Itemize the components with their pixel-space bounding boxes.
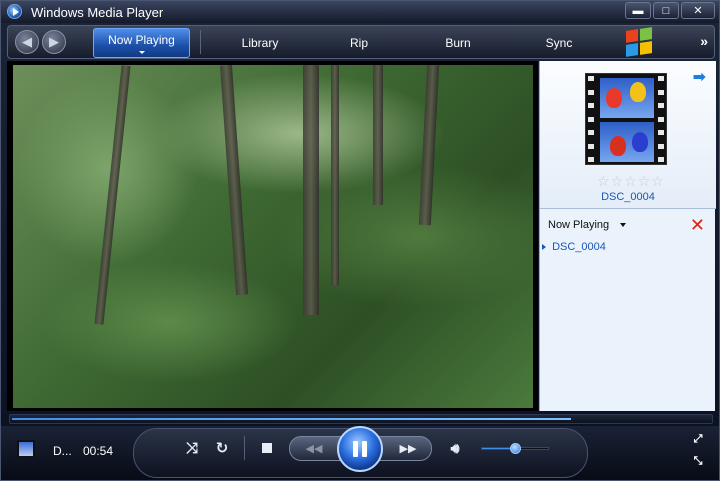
wmp-window: Windows Media Player ▬ □ ✕ ◀ ▶ Now Playi… — [0, 0, 720, 481]
back-button[interactable]: ◀ — [15, 30, 39, 54]
switch-to-skin-icon[interactable]: ⤡ — [691, 454, 705, 468]
chevron-down-icon — [620, 223, 627, 228]
tab-now-playing[interactable]: Now Playing — [93, 28, 190, 58]
now-playing-marker-icon — [542, 244, 546, 250]
tree-trunk — [219, 65, 249, 296]
windows-logo-blue-quadrant — [626, 43, 638, 57]
film-strip-left — [586, 76, 596, 162]
playlist-label: Now Playing — [548, 219, 610, 231]
media-title-link[interactable]: DSC_0004 — [540, 191, 716, 203]
rating-star-icon[interactable]: ☆ — [611, 173, 624, 190]
volume-level — [482, 448, 511, 449]
pause-icon-bar — [362, 441, 367, 457]
now-playing-thumbnail[interactable] — [17, 440, 35, 458]
windows-logo-icon[interactable] — [626, 27, 652, 57]
list-item[interactable]: DSC_0004 — [542, 241, 606, 253]
seek-bar[interactable] — [9, 414, 713, 424]
tab-library[interactable]: Library — [230, 31, 290, 55]
maximize-button[interactable]: □ — [653, 2, 679, 19]
seek-bar-progress — [12, 418, 571, 420]
star-rating[interactable]: ☆ ☆ ☆ ☆ ☆ — [597, 173, 664, 190]
tab-now-playing-label: Now Playing — [108, 33, 175, 47]
tab-burn[interactable]: Burn — [438, 31, 478, 55]
mute-button[interactable]: 🔊︎ — [445, 438, 465, 458]
repeat-icon[interactable]: ↻ — [212, 438, 232, 458]
window-title: Windows Media Player — [31, 5, 164, 20]
forward-button[interactable]: ▶ — [42, 30, 66, 54]
volume-slider-handle[interactable] — [509, 443, 521, 454]
elapsed-time: 00:54 — [83, 444, 114, 458]
pause-button[interactable] — [337, 426, 383, 472]
balloon-icon — [632, 132, 648, 152]
balloon-icon — [630, 82, 646, 102]
balloon-icon — [606, 88, 622, 108]
rating-star-icon[interactable]: ☆ — [651, 173, 664, 190]
balloon-icon — [610, 136, 626, 156]
navigation-bar: ◀ ▶ Now Playing Library Rip Burn Sync » — [7, 25, 715, 59]
video-frame-image — [13, 65, 533, 408]
playback-control-bar: D... 00:54 ⤨ ↻ ◀◀ ▶▶ 🔊︎ ⤢ ⤡ — [1, 426, 719, 480]
controls-divider — [244, 436, 245, 460]
stop-icon — [262, 443, 272, 453]
tab-rip[interactable]: Rip — [339, 31, 379, 55]
list-pane: ➡ ☆ ☆ ☆ ☆ ☆ DSC_0004 Now Playing ✕ DSC_0… — [539, 61, 716, 411]
rating-star-icon[interactable]: ☆ — [638, 173, 651, 190]
album-art-thumbnail[interactable] — [585, 73, 667, 165]
tree-trunk — [331, 65, 339, 285]
windows-logo-red-quadrant — [626, 29, 638, 43]
media-info-panel: ➡ ☆ ☆ ☆ ☆ ☆ DSC_0004 — [540, 61, 716, 209]
tree-trunk — [303, 65, 319, 315]
media-player-icon — [7, 4, 22, 19]
playlist-dropdown[interactable]: Now Playing — [548, 219, 627, 231]
windows-logo-green-quadrant — [640, 27, 652, 41]
rating-star-icon[interactable]: ☆ — [597, 173, 610, 190]
film-frame-bottom — [600, 122, 654, 162]
tree-trunk — [373, 65, 383, 205]
tree-trunk — [94, 65, 131, 325]
window-controls: ▬ □ ✕ — [625, 2, 715, 19]
shuffle-icon[interactable]: ⤨ — [182, 438, 202, 458]
video-display[interactable] — [7, 61, 538, 411]
windows-logo-yellow-quadrant — [640, 41, 652, 55]
previous-button[interactable]: ◀◀ — [299, 438, 329, 458]
list-item-label: DSC_0004 — [552, 241, 606, 253]
film-frame-top — [600, 78, 654, 118]
stop-button[interactable] — [257, 438, 277, 458]
more-options-button[interactable]: » — [700, 33, 708, 49]
tree-trunk — [418, 65, 440, 226]
film-strip-right — [656, 76, 666, 162]
tab-sync[interactable]: Sync — [538, 31, 580, 55]
rating-star-icon[interactable]: ☆ — [624, 173, 637, 190]
clear-list-icon[interactable]: ✕ — [690, 215, 705, 236]
chevron-down-icon — [139, 51, 145, 54]
nav-divider — [200, 30, 201, 54]
fullscreen-icon[interactable]: ⤢ — [691, 432, 705, 446]
next-button[interactable]: ▶▶ — [393, 438, 423, 458]
title-bar[interactable]: Windows Media Player ▬ □ ✕ — [1, 1, 719, 23]
close-button[interactable]: ✕ — [681, 2, 715, 19]
minimize-button[interactable]: ▬ — [625, 2, 651, 19]
now-playing-title: D... — [53, 444, 72, 458]
forward-arrow-icon[interactable]: ➡ — [693, 67, 706, 87]
pause-icon-bar — [353, 441, 358, 457]
